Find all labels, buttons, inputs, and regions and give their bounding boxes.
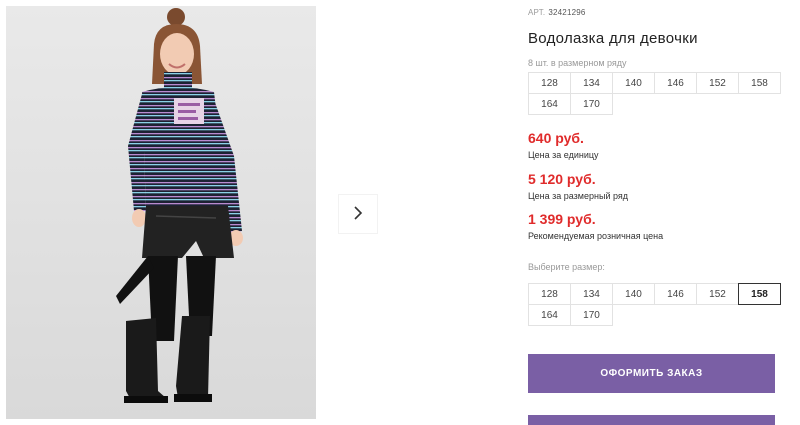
pack-size-cell: 152: [696, 72, 739, 94]
size-option[interactable]: 128: [528, 283, 571, 305]
gallery-next-button[interactable]: [339, 195, 377, 233]
unit-price: 640 руб.: [528, 130, 584, 146]
choose-size-caption: Выберите размер:: [528, 262, 605, 272]
size-option[interactable]: 164: [528, 304, 571, 326]
pack-price-label: Цена за размерный ряд: [528, 191, 629, 201]
pack-size-cell: 140: [612, 72, 655, 94]
pack-price: 5 120 руб.: [528, 171, 596, 187]
article-number: АРТ. 32421296: [528, 8, 586, 17]
retail-price-label: Рекомендуемая розничная цена: [528, 231, 664, 241]
place-order-button[interactable]: ОФОРМИТЬ ЗАКАЗ: [528, 354, 775, 393]
unit-price-label: Цена за единицу: [528, 150, 599, 160]
size-option[interactable]: 140: [612, 283, 655, 305]
size-option-selected[interactable]: 158: [738, 283, 781, 305]
size-selector: 128 134 140 146 152 158 164 170: [528, 283, 781, 326]
pack-size-cell: 158: [738, 72, 781, 94]
model-photo-illustration: [116, 8, 243, 403]
size-option[interactable]: 134: [570, 283, 613, 305]
retail-price: 1 399 руб.: [528, 211, 596, 227]
pack-size-grid: 128 134 140 146 152 158 164 170: [528, 72, 781, 115]
size-option[interactable]: 170: [570, 304, 613, 326]
product-gallery: [0, 0, 380, 419]
chevron-right-icon: [352, 205, 364, 224]
pack-caption: 8 шт. в размерном ряду: [528, 58, 627, 68]
pack-size-cell: 170: [570, 93, 613, 115]
pack-size-cell: 164: [528, 93, 571, 115]
pack-size-cell: 128: [528, 72, 571, 94]
product-photo: [6, 6, 316, 419]
article-label: АРТ.: [528, 8, 546, 17]
pack-size-cell: 134: [570, 72, 613, 94]
secondary-button[interactable]: [528, 415, 775, 425]
size-option[interactable]: 146: [654, 283, 697, 305]
article-value: 32421296: [548, 8, 586, 17]
size-option[interactable]: 152: [696, 283, 739, 305]
product-title: Водолазка для девочки: [528, 30, 698, 47]
pack-size-cell: 146: [654, 72, 697, 94]
